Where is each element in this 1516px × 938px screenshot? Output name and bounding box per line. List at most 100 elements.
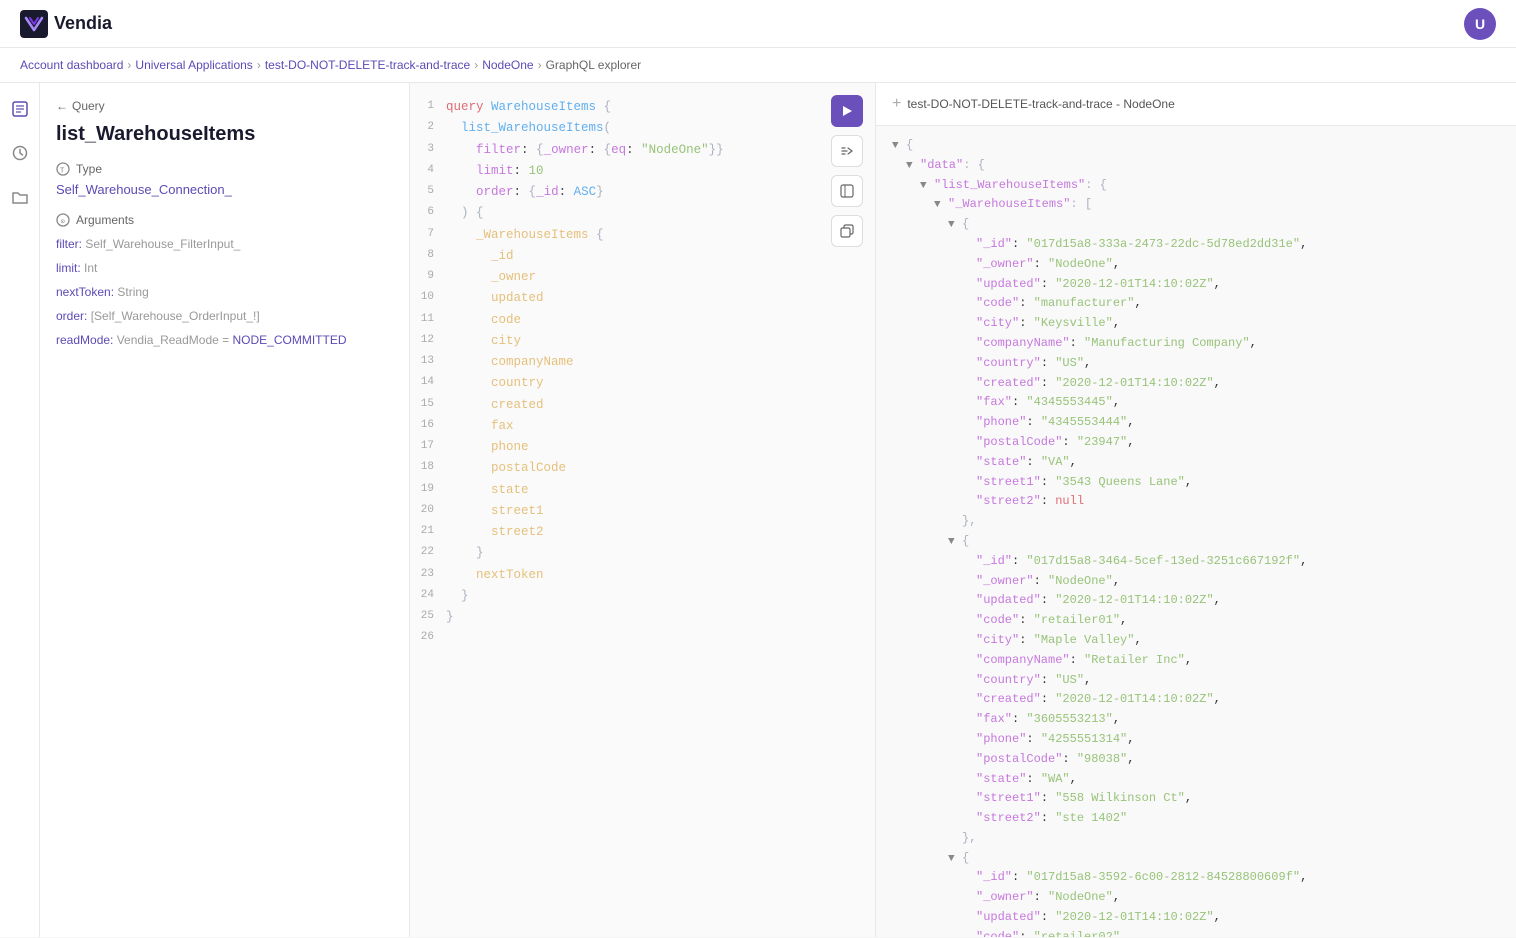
breadcrumb-sep-1: › <box>127 58 131 72</box>
json-toggle-item2[interactable]: ▼ <box>948 532 962 551</box>
sidebar-type-section: T Type Self_Warehouse_Connection_ <box>56 162 393 197</box>
json-item1-updated: "updated": "2020-12-01T14:10:02Z", <box>892 275 1500 295</box>
json-toggle-item1[interactable]: ▼ <box>948 215 962 234</box>
arg-readmode: readMode: Vendia_ReadMode = NODE_COMMITT… <box>56 331 393 349</box>
breadcrumb-app-name[interactable]: test-DO-NOT-DELETE-track-and-trace <box>265 58 470 72</box>
json-item2-owner: "_owner": "NodeOne", <box>892 572 1500 592</box>
breadcrumb-universal-applications[interactable]: Universal Applications <box>135 58 252 72</box>
result-tab-plus[interactable]: + <box>892 95 901 113</box>
json-item2-code: "code": "retailer01", <box>892 611 1500 631</box>
arg-filter: filter: Self_Warehouse_FilterInput_ <box>56 235 393 253</box>
code-line-17: 17 phone <box>410 437 861 458</box>
svg-text:T: T <box>60 167 65 175</box>
code-line-12: 12 city <box>410 331 861 352</box>
json-item2-updated: "updated": "2020-12-01T14:10:02Z", <box>892 591 1500 611</box>
json-item3-owner: "_owner": "NodeOne", <box>892 888 1500 908</box>
icon-bar <box>0 83 40 937</box>
schema-button[interactable] <box>831 175 863 207</box>
json-item3-id: "_id": "017d15a8-3592-6c00-2812-84528800… <box>892 868 1500 888</box>
json-line-data: ▼ "data": { <box>892 156 1500 176</box>
arg-order: order: [Self_Warehouse_OrderInput_!] <box>56 307 393 325</box>
main-layout: ← Query list_WarehouseItems T Type Self_… <box>0 83 1516 937</box>
result-content[interactable]: ▼ { ▼ "data": { ▼ "list_WarehouseItems":… <box>876 126 1516 937</box>
json-toggle-data[interactable]: ▼ <box>906 156 920 175</box>
code-line-10: 10 updated <box>410 288 861 309</box>
user-avatar[interactable]: U <box>1464 8 1496 40</box>
code-line-2: 2 list_WarehouseItems( <box>410 118 861 139</box>
code-line-18: 18 postalCode <box>410 458 861 479</box>
sidebar-back-button[interactable]: ← Query <box>56 99 393 113</box>
json-item1-street2: "street2": null <box>892 492 1500 512</box>
json-item1-city: "city": "Keysville", <box>892 314 1500 334</box>
json-item2-postalcode: "postalCode": "98038", <box>892 750 1500 770</box>
result-header: + test-DO-NOT-DELETE-track-and-trace - N… <box>876 83 1516 126</box>
code-line-6: 6 ) { <box>410 203 861 224</box>
json-item1-street1: "street1": "3543 Queens Lane", <box>892 473 1500 493</box>
code-editor[interactable]: 1 query WarehouseItems { 2 list_Warehous… <box>410 83 875 937</box>
back-arrow-icon: ← <box>56 99 68 113</box>
json-item1-phone: "phone": "4345553444", <box>892 413 1500 433</box>
sidebar: ← Query list_WarehouseItems T Type Self_… <box>40 83 410 937</box>
editor-panel: 1 query WarehouseItems { 2 list_Warehous… <box>410 83 876 937</box>
json-item1-owner: "_owner": "NodeOne", <box>892 255 1500 275</box>
sidebar-type-value[interactable]: Self_Warehouse_Connection_ <box>56 182 393 197</box>
prettify-button[interactable] <box>831 135 863 167</box>
code-line-4: 4 limit: 10 <box>410 161 861 182</box>
json-item1-id: "_id": "017d15a8-333a-2473-22dc-5d78ed2d… <box>892 235 1500 255</box>
json-item-1-open: ▼ { <box>892 215 1500 235</box>
json-item2-id: "_id": "017d15a8-3464-5cef-13ed-3251c667… <box>892 552 1500 572</box>
breadcrumb-sep-3: › <box>474 58 478 72</box>
arg-limit: limit: Int <box>56 259 393 277</box>
icon-bar-folder[interactable] <box>6 183 34 211</box>
json-toggle-item3[interactable]: ▼ <box>948 849 962 868</box>
run-query-button[interactable] <box>831 95 863 127</box>
json-line-items-arr: ▼ "_WarehouseItems": [ <box>892 195 1500 215</box>
json-line-root-open: ▼ { <box>892 136 1500 156</box>
json-item-2-open: ▼ { <box>892 532 1500 552</box>
result-tab-title[interactable]: test-DO-NOT-DELETE-track-and-trace - Nod… <box>907 97 1174 111</box>
code-line-24: 24 } <box>410 586 861 607</box>
sidebar-arguments: ⊙ Arguments filter: Self_Warehouse_Filte… <box>56 213 393 349</box>
sidebar-title: list_WarehouseItems <box>56 123 393 146</box>
code-line-5: 5 order: {_id: ASC} <box>410 182 861 203</box>
breadcrumb: Account dashboard › Universal Applicatio… <box>0 48 1516 83</box>
breadcrumb-account-dashboard[interactable]: Account dashboard <box>20 58 123 72</box>
json-item2-fax: "fax": "3605553213", <box>892 710 1500 730</box>
json-item2-created: "created": "2020-12-01T14:10:02Z", <box>892 690 1500 710</box>
code-line-13: 13 companyName <box>410 352 861 373</box>
json-item1-state: "state": "VA", <box>892 453 1500 473</box>
json-item2-state: "state": "WA", <box>892 770 1500 790</box>
code-line-26: 26 <box>410 628 861 647</box>
arguments-icon: ⊙ <box>56 213 70 227</box>
topnav: Vendia U <box>0 0 1516 48</box>
code-line-11: 11 code <box>410 310 861 331</box>
icon-bar-history[interactable] <box>6 139 34 167</box>
json-toggle-root[interactable]: ▼ <box>892 136 906 155</box>
code-line-7: 7 _WarehouseItems { <box>410 225 861 246</box>
json-toggle-items[interactable]: ▼ <box>934 195 948 214</box>
json-item1-postalcode: "postalCode": "23947", <box>892 433 1500 453</box>
code-line-3: 3 filter: {_owner: {eq: "NodeOne"}} <box>410 140 861 161</box>
breadcrumb-current: GraphQL explorer <box>546 58 642 72</box>
json-item1-created: "created": "2020-12-01T14:10:02Z", <box>892 374 1500 394</box>
code-line-9: 9 _owner <box>410 267 861 288</box>
breadcrumb-sep-4: › <box>538 58 542 72</box>
icon-bar-page[interactable] <box>6 95 34 123</box>
json-item-1-close: }, <box>892 512 1500 532</box>
json-line-list: ▼ "list_WarehouseItems": { <box>892 176 1500 196</box>
code-line-19: 19 state <box>410 480 861 501</box>
json-item-3-open: ▼ { <box>892 849 1500 869</box>
json-item2-street2: "street2": "ste 1402" <box>892 809 1500 829</box>
code-line-23: 23 nextToken <box>410 565 861 586</box>
breadcrumb-node-one[interactable]: NodeOne <box>482 58 533 72</box>
code-line-21: 21 street2 <box>410 522 861 543</box>
json-item2-phone: "phone": "4255551314", <box>892 730 1500 750</box>
code-line-22: 22 } <box>410 543 861 564</box>
json-item3-code: "code": "retailer02", <box>892 928 1500 937</box>
json-toggle-list[interactable]: ▼ <box>920 176 934 195</box>
copy-button[interactable] <box>831 215 863 247</box>
breadcrumb-sep-2: › <box>257 58 261 72</box>
logo: Vendia <box>20 10 112 38</box>
json-item1-fax: "fax": "4345553445", <box>892 393 1500 413</box>
json-item1-code: "code": "manufacturer", <box>892 294 1500 314</box>
